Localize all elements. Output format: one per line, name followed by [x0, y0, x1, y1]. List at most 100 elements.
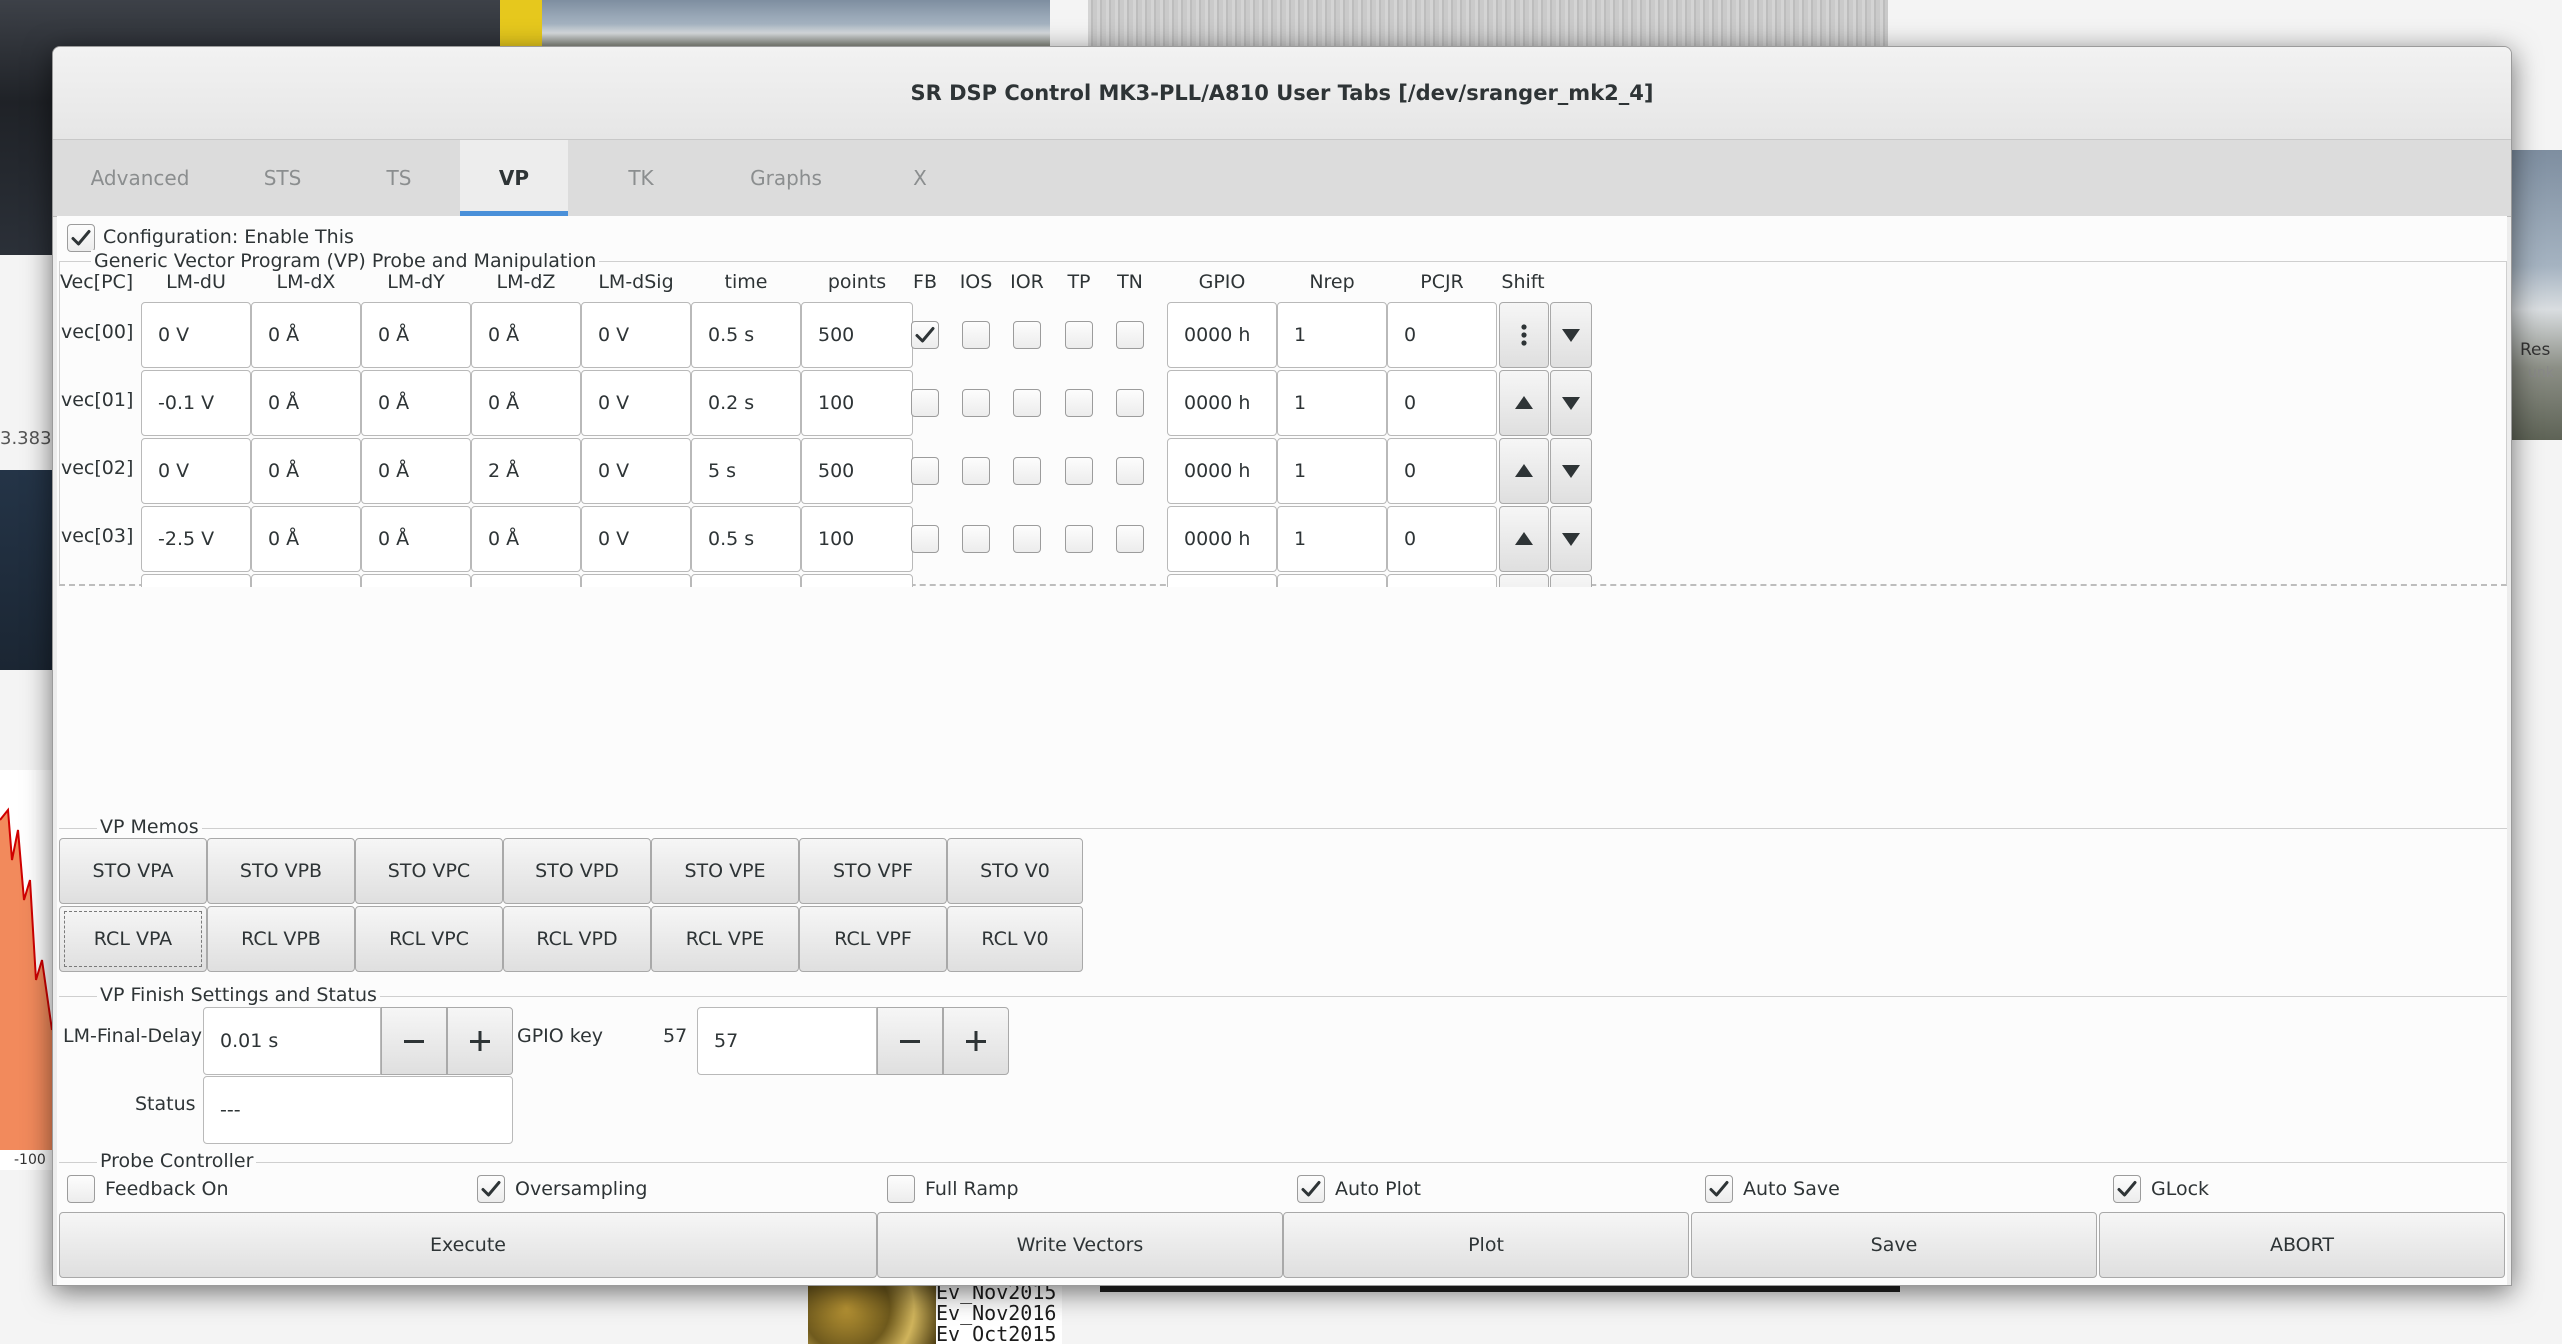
tab-tk[interactable]: TK: [568, 140, 714, 216]
vp-dx-input[interactable]: 0 Å: [251, 302, 361, 368]
vp-tn-checkbox[interactable]: [1116, 389, 1144, 417]
vp-fb-checkbox[interactable]: [911, 525, 939, 553]
vp-points-input[interactable]: 500: [801, 438, 913, 504]
file-list-item[interactable]: Ev_Oct2015: [936, 1324, 1062, 1344]
tab-graphs[interactable]: Graphs: [714, 140, 858, 216]
gpio-key-increment-button[interactable]: [943, 1007, 1009, 1075]
feedback-on-checkbox[interactable]: [67, 1175, 95, 1203]
vp-dsig-input[interactable]: 0 V: [581, 438, 691, 504]
vp-pcjr-input[interactable]: 0: [1387, 506, 1497, 572]
memo-rcl-v0-button[interactable]: RCL V0: [947, 906, 1083, 972]
vp-shift-down-button[interactable]: [1550, 302, 1592, 368]
vp-du-input[interactable]: -0.1 V: [141, 370, 251, 436]
vp-ios-checkbox[interactable]: [962, 525, 990, 553]
memo-sto-vpd-button[interactable]: STO VPD: [503, 838, 651, 904]
vp-row-menu-button[interactable]: [1499, 302, 1549, 368]
memo-rcl-vpa-button[interactable]: RCL VPA: [59, 906, 207, 972]
vp-gpio-input[interactable]: 0000 h: [1167, 438, 1277, 504]
vp-ios-checkbox[interactable]: [962, 457, 990, 485]
vp-fb-checkbox[interactable]: [911, 321, 939, 349]
final-delay-decrement-button[interactable]: [381, 1007, 447, 1075]
vp-dx-input[interactable]: 0 Å: [251, 506, 361, 572]
memo-rcl-vpd-button[interactable]: RCL VPD: [503, 906, 651, 972]
vp-du-input[interactable]: 0 V: [141, 438, 251, 504]
vp-tp-checkbox[interactable]: [1065, 525, 1093, 553]
vp-nrep-input[interactable]: 1: [1277, 574, 1387, 587]
vp-shift-down-button[interactable]: [1550, 506, 1592, 572]
memo-sto-vpe-button[interactable]: STO VPE: [651, 838, 799, 904]
vp-time-input[interactable]: 0.2 s: [691, 370, 801, 436]
vp-pcjr-input[interactable]: 0: [1387, 302, 1497, 368]
memo-rcl-vpc-button[interactable]: RCL VPC: [355, 906, 503, 972]
auto-save-checkbox[interactable]: [1705, 1175, 1733, 1203]
vp-tn-checkbox[interactable]: [1116, 525, 1144, 553]
vp-dsig-input[interactable]: 0 V: [581, 574, 691, 587]
vp-dsig-input[interactable]: 0 V: [581, 370, 691, 436]
vp-time-input[interactable]: 0.5 s: [691, 506, 801, 572]
vp-dz-input[interactable]: 2 Å: [471, 438, 581, 504]
vp-tp-checkbox[interactable]: [1065, 457, 1093, 485]
vp-points-input[interactable]: 500: [801, 302, 913, 368]
vp-shift-up-button[interactable]: [1499, 506, 1549, 572]
vp-ior-checkbox[interactable]: [1013, 321, 1041, 349]
final-delay-increment-button[interactable]: [447, 1007, 513, 1075]
memo-sto-vpb-button[interactable]: STO VPB: [207, 838, 355, 904]
vp-nrep-input[interactable]: 1: [1277, 506, 1387, 572]
config-enable-checkbox[interactable]: [67, 224, 95, 252]
vp-points-input[interactable]: 100: [801, 506, 913, 572]
tab-ts[interactable]: TS: [338, 140, 460, 216]
vp-tn-checkbox[interactable]: [1116, 457, 1144, 485]
vp-dy-input[interactable]: 0 Å: [361, 506, 471, 572]
vp-shift-up-button[interactable]: [1499, 370, 1549, 436]
vp-shift-up-button[interactable]: [1499, 574, 1549, 587]
abort-button[interactable]: ABORT: [2099, 1212, 2505, 1278]
memo-sto-vpa-button[interactable]: STO VPA: [59, 838, 207, 904]
vp-du-input[interactable]: -2.5 V: [141, 506, 251, 572]
memo-sto-vpf-button[interactable]: STO VPF: [799, 838, 947, 904]
vp-ior-checkbox[interactable]: [1013, 457, 1041, 485]
memo-sto-v0-button[interactable]: STO V0: [947, 838, 1083, 904]
vp-dz-input[interactable]: 0 Å: [471, 302, 581, 368]
window-titlebar[interactable]: SR DSP Control MK3-PLL/A810 User Tabs [/…: [53, 47, 2511, 140]
auto-plot-checkbox[interactable]: [1297, 1175, 1325, 1203]
oversampling-checkbox[interactable]: [477, 1175, 505, 1203]
vp-time-input[interactable]: 0.5 s: [691, 302, 801, 368]
vp-shift-down-button[interactable]: [1550, 574, 1592, 587]
vp-nrep-input[interactable]: 1: [1277, 302, 1387, 368]
vp-shift-down-button[interactable]: [1550, 370, 1592, 436]
memo-rcl-vpb-button[interactable]: RCL VPB: [207, 906, 355, 972]
vp-tp-checkbox[interactable]: [1065, 321, 1093, 349]
memo-sto-vpc-button[interactable]: STO VPC: [355, 838, 503, 904]
vp-dz-input[interactable]: -2 Å: [471, 574, 581, 587]
vp-dz-input[interactable]: 0 Å: [471, 370, 581, 436]
vp-points-input[interactable]: 100: [801, 370, 913, 436]
vp-shift-up-button[interactable]: [1499, 438, 1549, 504]
memo-rcl-vpe-button[interactable]: RCL VPE: [651, 906, 799, 972]
file-list-item[interactable]: Ev_Nov2016: [936, 1303, 1062, 1324]
glock-checkbox[interactable]: [2113, 1175, 2141, 1203]
vp-dz-input[interactable]: 0 Å: [471, 506, 581, 572]
vp-ior-checkbox[interactable]: [1013, 389, 1041, 417]
vp-gpio-input[interactable]: 0000 h: [1167, 574, 1277, 587]
vp-dx-input[interactable]: 0 Å: [251, 370, 361, 436]
vp-gpio-input[interactable]: 0000 h: [1167, 370, 1277, 436]
vp-gpio-input[interactable]: 0000 h: [1167, 302, 1277, 368]
vp-ios-checkbox[interactable]: [962, 321, 990, 349]
vp-time-input[interactable]: 5 s: [691, 438, 801, 504]
final-delay-input[interactable]: 0.01 s: [203, 1007, 381, 1075]
vp-dx-input[interactable]: 0 Å: [251, 574, 361, 587]
vp-nrep-input[interactable]: 1: [1277, 438, 1387, 504]
memo-rcl-vpf-button[interactable]: RCL VPF: [799, 906, 947, 972]
vp-du-input[interactable]: 0 V: [141, 302, 251, 368]
gpio-key-input[interactable]: 57: [697, 1007, 877, 1075]
vp-dy-input[interactable]: 0 Å: [361, 302, 471, 368]
vp-points-input[interactable]: 500: [801, 574, 913, 587]
vp-pcjr-input[interactable]: 0: [1387, 370, 1497, 436]
vp-dsig-input[interactable]: 0 V: [581, 506, 691, 572]
full-ramp-checkbox[interactable]: [887, 1175, 915, 1203]
vp-tp-checkbox[interactable]: [1065, 389, 1093, 417]
write-vectors-button[interactable]: Write Vectors: [877, 1212, 1283, 1278]
vp-fb-checkbox[interactable]: [911, 457, 939, 485]
vp-time-input[interactable]: 5 s: [691, 574, 801, 587]
execute-button[interactable]: Execute: [59, 1212, 877, 1278]
